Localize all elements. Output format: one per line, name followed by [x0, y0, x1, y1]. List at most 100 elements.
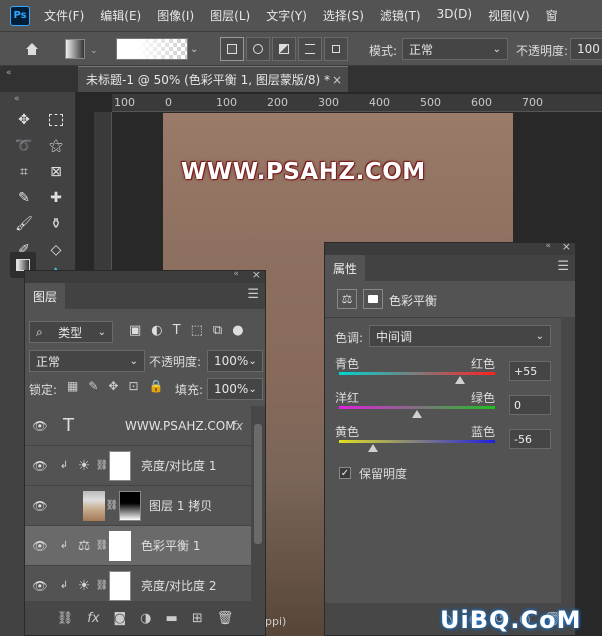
slider-track[interactable] — [339, 440, 495, 443]
preserve-luminosity-checkbox[interactable]: ✓ — [339, 467, 351, 479]
lock-position-icon[interactable]: ✥ — [108, 379, 118, 393]
layer-row[interactable]: 👁 ↲ ☀ ⛓ 亮度/对比度 1 — [25, 446, 251, 486]
menu-item[interactable]: 3D(D) — [429, 7, 480, 24]
linear-gradient-button[interactable] — [220, 37, 244, 61]
move-tool-icon[interactable]: ✥ — [12, 108, 36, 132]
filter-toggle-icon[interactable]: ● — [232, 323, 243, 338]
gradient-tool-icon[interactable] — [65, 39, 85, 59]
ruler-tick-label: 400 — [369, 96, 390, 109]
slider-value-input[interactable]: 0 — [509, 395, 551, 415]
shape-filter-icon[interactable]: ⬚ — [191, 323, 203, 338]
slider-handle[interactable] — [412, 410, 422, 418]
tab-document[interactable]: 未标题-1 @ 50% (色彩平衡 1, 图层蒙版/8) * × — [78, 66, 348, 92]
blend-mode-select[interactable]: 正常 ⌄ — [29, 350, 145, 372]
lock-transparency-icon[interactable]: ▦ — [67, 379, 78, 393]
menu-item[interactable]: 文字(Y) — [258, 7, 315, 24]
image-filter-icon[interactable]: ▣ — [129, 323, 141, 338]
marquee-tool-icon[interactable] — [44, 108, 68, 132]
menu-item[interactable]: 选择(S) — [315, 7, 372, 24]
layers-tab-bar: 图层 ☰ — [25, 283, 265, 309]
slider-value-input[interactable]: -56 — [509, 429, 551, 449]
fx-icon[interactable]: fx — [87, 611, 99, 626]
link-icon[interactable]: ⛓ — [57, 611, 74, 626]
slider-handle[interactable] — [454, 376, 465, 384]
ruler-tick-label: 300 — [318, 96, 339, 109]
smart-object-filter-icon[interactable]: ⧉ — [213, 323, 222, 338]
menu-item[interactable]: 视图(V) — [480, 7, 538, 24]
adjustment-filter-icon[interactable]: ◐ — [151, 323, 162, 338]
visibility-eye-icon[interactable]: 👁 — [25, 499, 55, 513]
diamond-gradient-button[interactable] — [324, 37, 348, 61]
eyedropper-icon[interactable]: ✎ — [12, 186, 36, 210]
mask-icon[interactable]: ◙ — [114, 611, 127, 626]
slider-value-input[interactable]: +55 — [509, 361, 551, 381]
ruler-tick-label: 100 — [216, 96, 237, 109]
fx-badge[interactable]: fx — [232, 419, 243, 433]
collapse-icon[interactable]: « — [545, 241, 551, 251]
collapse-icon[interactable]: « — [6, 68, 12, 78]
magic-wand-icon[interactable]: ⚝ — [44, 134, 68, 158]
new-layer-icon[interactable]: ⊞ — [192, 611, 203, 626]
fill-input[interactable]: 100% ⌄ — [207, 378, 263, 400]
scrollbar[interactable] — [251, 406, 265, 601]
opacity-input[interactable]: 100 — [570, 38, 602, 60]
layer-row[interactable]: 👁 ↲ ☀ ⛓ 亮度/对比度 2 — [25, 566, 251, 601]
reflected-gradient-button[interactable] — [298, 37, 322, 61]
layer-row[interactable]: 👁 ↲ ⚖ ⛓ 色彩平衡 1 — [25, 526, 251, 566]
lock-artboard-icon[interactable]: ⊡ — [128, 379, 138, 393]
brush-tool-icon[interactable]: 🖌 — [12, 212, 36, 236]
type-filter-icon[interactable]: T — [173, 323, 181, 338]
visibility-eye-icon[interactable]: 👁 — [25, 579, 55, 593]
menu-item[interactable]: 图层(L) — [202, 7, 258, 24]
properties-title: 色彩平衡 — [389, 294, 438, 308]
layer-row[interactable]: 👁 T WWW.PSAHZ.COM fx — [25, 406, 251, 446]
layer-mask-thumbnail — [109, 530, 131, 561]
slider-track[interactable] — [339, 372, 495, 375]
tone-select[interactable]: 中间调 ⌄ — [369, 325, 551, 347]
folder-icon[interactable]: ▬ — [166, 611, 178, 626]
visibility-eye-icon[interactable]: 👁 — [25, 419, 55, 433]
eraser-tool-icon[interactable]: ◇ — [44, 238, 68, 262]
menu-icon[interactable]: ☰ — [557, 259, 569, 274]
chevron-down-icon[interactable]: ⌄ — [90, 46, 98, 56]
trash-icon[interactable]: 🗑 — [217, 611, 234, 626]
layer-opacity-input[interactable]: 100% ⌄ — [207, 350, 263, 372]
frame-tool-icon[interactable]: ⊠ — [44, 160, 68, 184]
healing-brush-icon[interactable]: ✚ — [44, 186, 68, 210]
menu-item[interactable]: 文件(F) — [36, 7, 92, 24]
menu-item[interactable]: 滤镜(T) — [372, 7, 429, 24]
close-icon[interactable]: × — [332, 73, 342, 87]
gradient-picker[interactable] — [116, 38, 188, 60]
chevron-down-icon[interactable]: ⌄ — [190, 44, 198, 55]
tab-layers[interactable]: 图层 — [25, 283, 65, 309]
menu-icon[interactable]: ☰ — [247, 287, 259, 302]
lasso-tool-icon[interactable]: ➰ — [12, 134, 36, 158]
close-icon[interactable]: × — [252, 268, 261, 281]
slider-track[interactable] — [339, 406, 495, 409]
link-icon: ⛓ — [105, 500, 119, 511]
filter-type-select[interactable]: ⌕ 类型 ⌄ — [29, 321, 113, 343]
visibility-eye-icon[interactable]: 👁 — [25, 539, 55, 553]
collapse-icon[interactable]: « — [233, 269, 239, 279]
slider-handle[interactable] — [368, 444, 379, 452]
layer-row[interactable]: 👁 ⛓ 图层 1 拷贝 — [25, 486, 251, 526]
mask-icon[interactable] — [363, 289, 383, 309]
crop-tool-icon[interactable]: ⌗ — [12, 160, 36, 184]
mode-select[interactable]: 正常 ⌄ — [402, 38, 508, 60]
tab-properties[interactable]: 属性 — [325, 255, 365, 281]
menu-item[interactable]: 图像(I) — [149, 7, 202, 24]
adjustment-icon[interactable]: ◑ — [140, 611, 151, 626]
close-icon[interactable]: × — [562, 240, 571, 253]
lock-pixels-icon[interactable]: ✎ — [88, 379, 98, 393]
visibility-eye-icon[interactable]: 👁 — [25, 459, 55, 473]
menu-item[interactable]: 编辑(E) — [92, 7, 149, 24]
radial-gradient-button[interactable] — [246, 37, 270, 61]
chevron-down-icon: ⌄ — [492, 43, 501, 55]
home-icon[interactable] — [20, 37, 44, 61]
scrollbar[interactable] — [561, 317, 575, 603]
lock-all-icon[interactable]: 🔒 — [149, 379, 164, 393]
stamp-tool-icon[interactable]: ⚱ — [44, 212, 68, 236]
collapse-icon[interactable]: « — [14, 94, 20, 104]
angle-gradient-button[interactable] — [272, 37, 296, 61]
menu-item[interactable]: 窗 — [538, 7, 566, 24]
